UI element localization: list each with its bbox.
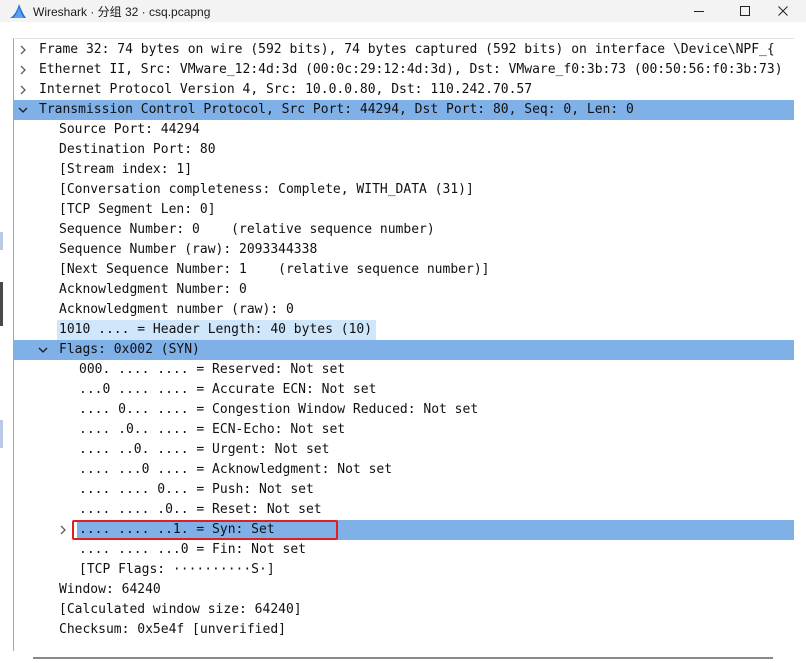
tree-row[interactable]: Frame 32: 74 bytes on wire (592 bits), 7… <box>14 40 794 60</box>
tree-row[interactable]: Destination Port: 80 <box>14 140 794 160</box>
tree-row[interactable]: Transmission Control Protocol, Src Port:… <box>14 100 794 120</box>
tree-row-label: Window: 64240 <box>59 582 161 597</box>
tree-row[interactable]: Sequence Number (raw): 2093344338 <box>14 240 794 260</box>
tree-row-label: Source Port: 44294 <box>59 122 200 137</box>
title-bar: Wireshark · 分组 32 · csq.pcapng <box>0 0 806 22</box>
tree-row[interactable]: [TCP Segment Len: 0] <box>14 200 794 220</box>
tree-row-label: Frame 32: 74 bytes on wire (592 bits), 7… <box>39 42 775 57</box>
tree-row[interactable]: .... ...0 .... = Acknowledgment: Not set <box>14 460 794 480</box>
tree-row[interactable]: [Stream index: 1] <box>14 160 794 180</box>
tree-row[interactable]: Ethernet II, Src: VMware_12:4d:3d (00:0c… <box>14 60 794 80</box>
tree-row-label: ...0 .... .... = Accurate ECN: Not set <box>79 382 377 397</box>
window-title: Wireshark · 分组 32 · csq.pcapng <box>33 5 211 19</box>
tree-row[interactable]: 1010 .... = Header Length: 40 bytes (10) <box>14 320 794 340</box>
wireshark-fin-icon <box>10 4 26 18</box>
tree-row-label: Flags: 0x002 (SYN) <box>57 340 204 360</box>
tree-row[interactable]: .... ..0. .... = Urgent: Not set <box>14 440 794 460</box>
tree-row[interactable]: Acknowledgment number (raw): 0 <box>14 300 794 320</box>
tree-row-label: .... .... .0.. = Reset: Not set <box>79 502 322 517</box>
chevron-right-icon[interactable] <box>17 44 29 56</box>
tree-row-label: [Stream index: 1] <box>59 162 193 177</box>
tree-row[interactable]: [Next Sequence Number: 1 (relative seque… <box>14 260 794 280</box>
tree-row-label: [TCP Segment Len: 0] <box>59 202 216 217</box>
tree-row-label: Checksum: 0x5e4f [unverified] <box>59 622 286 637</box>
tree-row[interactable]: ...0 .... .... = Accurate ECN: Not set <box>14 380 794 400</box>
tree-row-label: .... .... ...0 = Fin: Not set <box>79 542 306 557</box>
window-edge-mark <box>0 232 3 250</box>
tree-row[interactable]: Acknowledgment Number: 0 <box>14 280 794 300</box>
chevron-right-icon[interactable] <box>17 84 29 96</box>
tree-row-label: .... .... ..1. = Syn: Set <box>77 520 794 540</box>
chevron-down-icon[interactable] <box>37 344 49 356</box>
tree-row-label: Sequence Number: 0 (relative sequence nu… <box>59 222 435 237</box>
tree-row-label: .... .0.. .... = ECN-Echo: Not set <box>79 422 346 437</box>
tree-row[interactable]: 000. .... .... = Reserved: Not set <box>14 360 794 380</box>
tree-row[interactable]: Source Port: 44294 <box>14 120 794 140</box>
tree-row-label: Ethernet II, Src: VMware_12:4d:3d (00:0c… <box>39 62 783 77</box>
chevron-right-icon[interactable] <box>57 524 69 536</box>
tree-row-label: 1010 .... = Header Length: 40 bytes (10) <box>57 320 377 340</box>
tree-row-label: .... 0... .... = Congestion Window Reduc… <box>79 402 479 417</box>
window-edge-mark <box>0 282 3 326</box>
tree-row[interactable]: .... .... 0... = Push: Not set <box>14 480 794 500</box>
tree-row[interactable]: Checksum: 0x5e4f [unverified] <box>14 620 794 640</box>
chevron-right-icon[interactable] <box>17 64 29 76</box>
tree-row[interactable]: [Conversation completeness: Complete, WI… <box>14 180 794 200</box>
tree-row-label: .... .... 0... = Push: Not set <box>79 482 314 497</box>
tree-row-label: [Calculated window size: 64240] <box>59 602 302 617</box>
tree-row-label: .... ..0. .... = Urgent: Not set <box>79 442 330 457</box>
tree-row[interactable]: Internet Protocol Version 4, Src: 10.0.0… <box>14 80 794 100</box>
window-edge-mark <box>0 420 3 448</box>
tree-row-label: Destination Port: 80 <box>59 142 216 157</box>
tree-row-label: 000. .... .... = Reserved: Not set <box>79 362 346 377</box>
tree-row[interactable]: .... .... ..1. = Syn: Set <box>14 520 794 540</box>
close-icon <box>778 6 788 16</box>
tree-row-label: Acknowledgment number (raw): 0 <box>59 302 294 317</box>
tree-row-label: .... ...0 .... = Acknowledgment: Not set <box>79 462 393 477</box>
tree-row-label: Internet Protocol Version 4, Src: 10.0.0… <box>39 82 533 97</box>
tree-row[interactable]: Sequence Number: 0 (relative sequence nu… <box>14 220 794 240</box>
tree-row[interactable]: .... .... ...0 = Fin: Not set <box>14 540 794 560</box>
tree-row-label: [Conversation completeness: Complete, WI… <box>59 182 474 197</box>
chevron-down-icon[interactable] <box>17 104 29 116</box>
tree-row-label: Acknowledgment Number: 0 <box>59 282 247 297</box>
minimize-button[interactable] <box>676 0 722 22</box>
tree-row-label: [Next Sequence Number: 1 (relative seque… <box>59 262 490 277</box>
tree-row[interactable]: .... 0... .... = Congestion Window Reduc… <box>14 400 794 420</box>
tree-row[interactable]: .... .0.. .... = ECN-Echo: Not set <box>14 420 794 440</box>
tree-row[interactable]: [Calculated window size: 64240] <box>14 600 794 620</box>
tree-row[interactable]: Flags: 0x002 (SYN) <box>14 340 794 360</box>
tree-row-label: Transmission Control Protocol, Src Port:… <box>37 100 638 120</box>
packet-details-tree[interactable]: Frame 32: 74 bytes on wire (592 bits), 7… <box>13 38 794 652</box>
maximize-icon <box>740 6 750 16</box>
tree-row-label: Sequence Number (raw): 2093344338 <box>59 242 318 257</box>
tree-row-label: [TCP Flags: ··········S·] <box>79 562 275 577</box>
scrollbar-thumb[interactable] <box>33 657 773 659</box>
close-button[interactable] <box>760 0 806 22</box>
tree-row[interactable]: Window: 64240 <box>14 580 794 600</box>
horizontal-scrollbar[interactable] <box>13 651 793 663</box>
tree-row[interactable]: .... .... .0.. = Reset: Not set <box>14 500 794 520</box>
minimize-icon <box>694 11 704 12</box>
tree-row[interactable]: [TCP Flags: ··········S·] <box>14 560 794 580</box>
